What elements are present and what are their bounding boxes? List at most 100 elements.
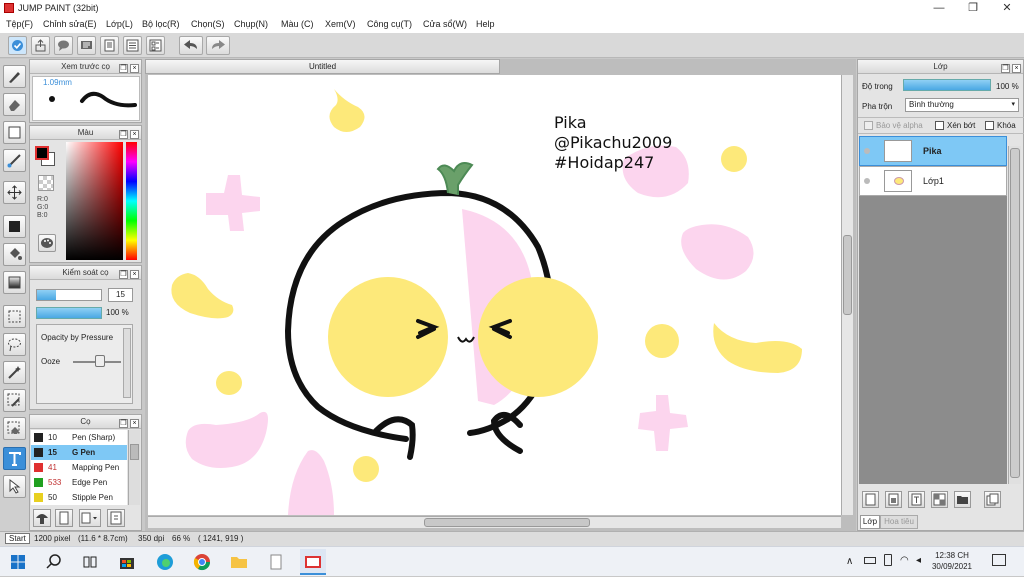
brush-settings-scrollbar[interactable] xyxy=(123,328,131,398)
rect-select-tool[interactable] xyxy=(3,121,26,144)
panel-float-icon[interactable]: ❐ xyxy=(119,270,128,279)
palette-button[interactable] xyxy=(38,234,56,252)
panel-float-icon[interactable]: ❐ xyxy=(119,130,128,139)
store-button[interactable] xyxy=(116,551,138,573)
document-app-button[interactable] xyxy=(265,551,287,573)
foreground-color-swatch[interactable] xyxy=(35,146,49,160)
restore-button[interactable]: ❐ xyxy=(956,0,990,17)
move-tool[interactable] xyxy=(3,181,26,204)
new-text-layer-button[interactable] xyxy=(908,491,925,508)
brush-item-g-pen[interactable]: 15 G Pen xyxy=(31,445,127,460)
panel-float-icon[interactable]: ❐ xyxy=(1001,64,1010,73)
panel-close-icon[interactable]: × xyxy=(130,64,139,73)
duplicate-layer-button[interactable] xyxy=(984,491,1001,508)
horizontal-scroll-thumb[interactable] xyxy=(424,518,590,527)
file-explorer-button[interactable] xyxy=(228,551,250,573)
drawing-canvas[interactable]: Pika @Pikachu2009 #Hoidap247 xyxy=(148,75,841,515)
panel-close-icon[interactable]: × xyxy=(130,270,139,279)
canvas-horizontal-scrollbar[interactable] xyxy=(148,516,841,528)
brush-list-scrollbar[interactable] xyxy=(128,430,140,505)
tab-layers[interactable]: Lớp xyxy=(860,515,880,529)
deselect-button[interactable] xyxy=(8,36,27,55)
lasso-tool[interactable] xyxy=(3,333,26,356)
gradient-tool[interactable] xyxy=(3,271,26,294)
document-button[interactable] xyxy=(100,36,119,55)
saturation-value-picker[interactable] xyxy=(66,142,123,260)
layer-item-layer1[interactable]: Lớp1 xyxy=(859,166,1007,196)
visibility-icon[interactable] xyxy=(864,178,870,184)
export-button[interactable] xyxy=(31,36,50,55)
hue-slider[interactable] xyxy=(126,142,137,260)
new-raster-layer-button[interactable] xyxy=(885,491,902,508)
panel-close-icon[interactable]: × xyxy=(1012,64,1021,73)
brush-item-mapping-pen[interactable]: 41 Mapping Pen xyxy=(31,460,127,475)
brush-import-button[interactable] xyxy=(107,509,125,527)
layer-list-scrollbar[interactable] xyxy=(1008,146,1021,484)
visibility-icon[interactable] xyxy=(864,148,870,154)
new-brush-button[interactable] xyxy=(55,509,73,527)
brush-item-edge-pen[interactable]: 533 Edge Pen xyxy=(31,475,127,490)
comment-button[interactable] xyxy=(77,36,96,55)
panel-close-icon[interactable]: × xyxy=(130,130,139,139)
redo-button[interactable] xyxy=(206,36,230,55)
blend-mode-select[interactable]: Bình thường ▾ xyxy=(905,98,1019,112)
bucket-tool[interactable] xyxy=(3,243,26,266)
select-pen-tool[interactable] xyxy=(3,389,26,412)
canvas-vertical-scrollbar[interactable] xyxy=(841,75,853,515)
menu-color[interactable]: Màu (C) xyxy=(281,19,314,29)
brush-item-stipple-pen[interactable]: 50 Stipple Pen xyxy=(31,490,127,505)
panel-float-icon[interactable]: ❐ xyxy=(119,419,128,428)
brush-tool[interactable] xyxy=(3,65,26,88)
jump-paint-taskbar-button[interactable] xyxy=(300,549,326,575)
text-tool[interactable] xyxy=(3,447,26,470)
halftone-layer-button[interactable] xyxy=(931,491,948,508)
fill-rect-tool[interactable] xyxy=(3,215,26,238)
grid-check-button[interactable] xyxy=(146,36,165,55)
close-button[interactable]: ✕ xyxy=(990,0,1024,17)
layer-scroll-thumb[interactable] xyxy=(1010,148,1020,478)
brush-settings-button[interactable] xyxy=(33,509,51,527)
menu-filter[interactable]: Bộ lọc(R) xyxy=(142,19,180,29)
brush-item-pen-sharp[interactable]: 10 Pen (Sharp) xyxy=(31,430,127,445)
select-eraser-tool[interactable] xyxy=(3,417,26,440)
volume-icon[interactable]: ◂ xyxy=(916,555,921,566)
protect-alpha-checkbox[interactable] xyxy=(864,121,873,130)
menu-file[interactable]: Tệp(F) xyxy=(6,19,33,29)
undo-button[interactable] xyxy=(179,36,203,55)
edge-button[interactable] xyxy=(154,551,176,573)
minimize-button[interactable]: — xyxy=(922,0,956,17)
canvas-tab[interactable]: Untitled xyxy=(145,59,500,74)
lock-checkbox[interactable] xyxy=(985,121,994,130)
line-tool[interactable] xyxy=(3,149,26,172)
tab-navigator[interactable]: Hoa tiêu xyxy=(880,515,918,529)
tray-chevron-up-icon[interactable]: ∧ xyxy=(846,556,853,567)
wifi-icon[interactable]: ◠ xyxy=(900,555,909,566)
menu-window[interactable]: Cửa sổ(W) xyxy=(423,19,467,29)
menu-view[interactable]: Xem(V) xyxy=(325,19,356,29)
brush-size-slider[interactable] xyxy=(36,289,102,301)
opacity-slider[interactable] xyxy=(36,307,102,319)
clipping-checkbox[interactable] xyxy=(935,121,944,130)
windows-start-button[interactable] xyxy=(7,551,29,573)
search-button[interactable] xyxy=(43,551,65,573)
vertical-scroll-thumb[interactable] xyxy=(843,235,852,315)
menu-edit[interactable]: Chỉnh sửa(E) xyxy=(43,19,97,29)
clock[interactable]: 12:38 CH 30/09/2021 xyxy=(931,550,973,572)
ooze-slider-thumb[interactable] xyxy=(95,355,105,367)
eraser-tool[interactable] xyxy=(3,93,26,116)
transparent-color-swatch[interactable] xyxy=(38,175,54,191)
panel-close-icon[interactable]: × xyxy=(130,419,139,428)
new-layer-button[interactable] xyxy=(862,491,879,508)
chrome-button[interactable] xyxy=(191,551,213,573)
notification-icon[interactable] xyxy=(992,554,1006,566)
menu-tools[interactable]: Công cụ(T) xyxy=(367,19,412,29)
operation-tool[interactable] xyxy=(3,475,26,498)
layer-item-pika[interactable]: Pika xyxy=(859,136,1007,166)
new-folder-button[interactable] xyxy=(954,491,971,508)
marquee-tool[interactable] xyxy=(3,305,26,328)
layer-list-button[interactable] xyxy=(123,36,142,55)
task-view-button[interactable] xyxy=(79,551,101,573)
menu-select[interactable]: Chọn(S) xyxy=(191,19,225,29)
chat-button[interactable] xyxy=(54,36,73,55)
menu-capture[interactable]: Chụp(N) xyxy=(234,19,268,29)
